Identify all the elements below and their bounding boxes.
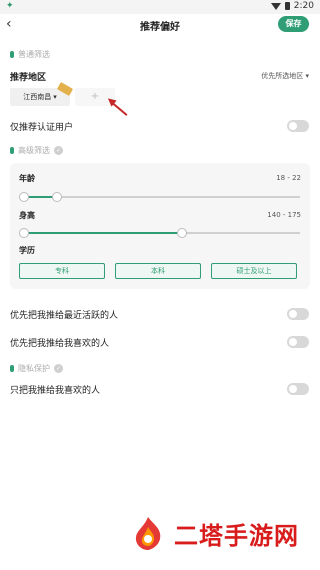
education-label: 学历 bbox=[19, 246, 35, 255]
region-priority-link[interactable]: 优先所选地区 ▾ bbox=[261, 71, 309, 81]
section-privacy-label: 隐私保护 bbox=[18, 364, 50, 373]
height-max-handle[interactable] bbox=[177, 228, 187, 238]
section-marker bbox=[10, 147, 14, 154]
header: ‹ 推荐偏好 保存 bbox=[0, 14, 320, 36]
section-privacy: 隐私保护 ✓ bbox=[10, 363, 63, 374]
wifi-icon bbox=[270, 2, 281, 10]
region-label: 推荐地区 bbox=[10, 73, 47, 83]
shield-icon: ✓ bbox=[54, 364, 63, 373]
verified-toggle[interactable] bbox=[287, 120, 309, 132]
status-right: 2:20 bbox=[270, 1, 314, 11]
height-slider-range bbox=[24, 232, 182, 234]
status-bar: ✦ 2:20 bbox=[0, 0, 320, 14]
section-advanced-label: 高级筛选 bbox=[18, 146, 50, 155]
height-min-handle[interactable] bbox=[19, 228, 29, 238]
section-normal: 普通筛选 bbox=[10, 49, 50, 60]
pref-liked-label: 优先把我推给我喜欢的人 bbox=[10, 339, 110, 349]
age-slider-track bbox=[20, 196, 300, 198]
height-value: 140 - 175 bbox=[267, 211, 301, 219]
battery-icon bbox=[284, 2, 290, 10]
tag-icon bbox=[56, 82, 74, 96]
pref-active-label: 优先把我推给最近活跃的人 bbox=[10, 311, 119, 321]
chevron-down-icon: ▾ bbox=[305, 72, 309, 80]
privacy-toggle[interactable] bbox=[287, 383, 309, 395]
education-option-bachelor[interactable]: 本科 bbox=[115, 263, 201, 279]
age-max-handle[interactable] bbox=[52, 192, 62, 202]
age-value: 18 - 22 bbox=[276, 174, 301, 182]
android-icon: ✦ bbox=[6, 1, 14, 11]
verified-label: 仅推荐认证用户 bbox=[10, 123, 74, 133]
pref-active-toggle[interactable] bbox=[287, 308, 309, 320]
section-advanced: 高级筛选 ✓ bbox=[10, 145, 63, 156]
education-option-master-plus[interactable]: 硕士及以上 bbox=[211, 263, 297, 279]
save-button[interactable]: 保存 bbox=[278, 16, 309, 32]
caret-down-icon: ▾ bbox=[53, 93, 57, 101]
page-title: 推荐偏好 bbox=[140, 22, 180, 33]
advanced-filter-card: 年龄 18 - 22 身高 140 - 175 学历 专科 本科 硕士及以上 bbox=[10, 163, 310, 289]
age-min-handle[interactable] bbox=[19, 192, 29, 202]
section-marker bbox=[10, 51, 14, 58]
pref-liked-toggle[interactable] bbox=[287, 336, 309, 348]
region-priority-text: 优先所选地区 bbox=[261, 72, 304, 80]
watermark: 二塔手游网 bbox=[130, 515, 299, 551]
height-label: 身高 bbox=[19, 211, 35, 220]
flame-logo-icon bbox=[135, 517, 161, 550]
section-marker bbox=[10, 365, 14, 372]
region-chip-label: 江西南昌 bbox=[23, 93, 52, 101]
education-option-junior-college[interactable]: 专科 bbox=[19, 263, 105, 279]
region-chip[interactable]: 江西南昌 ▾ bbox=[10, 82, 74, 106]
age-label: 年龄 bbox=[19, 174, 35, 183]
privacy-label: 只把我推给我喜欢的人 bbox=[10, 386, 101, 396]
status-time: 2:20 bbox=[293, 1, 314, 11]
watermark-text: 二塔手游网 bbox=[174, 521, 299, 550]
section-normal-label: 普通筛选 bbox=[18, 50, 50, 59]
shield-icon: ✓ bbox=[54, 146, 63, 155]
